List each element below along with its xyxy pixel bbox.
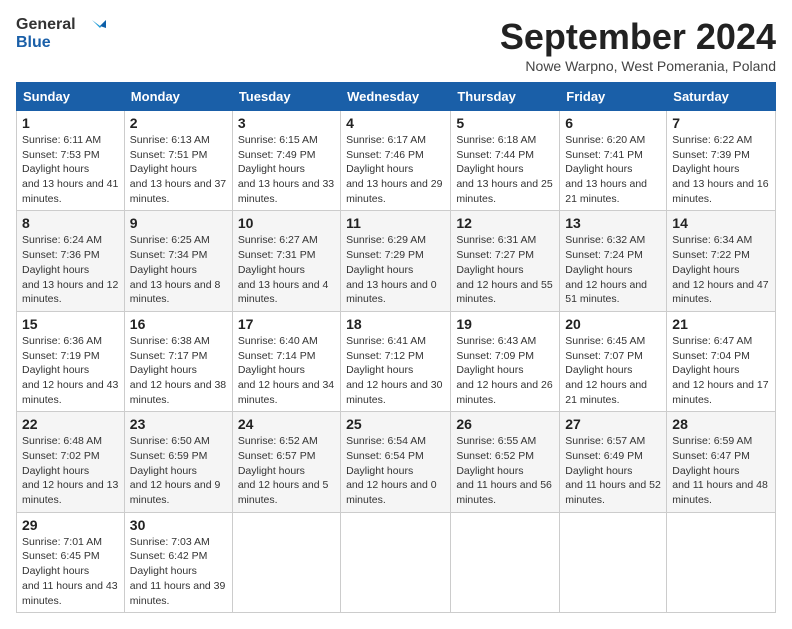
col-saturday: Saturday — [667, 83, 776, 111]
table-row: 15 Sunrise: 6:36 AMSunset: 7:19 PMDaylig… — [17, 311, 125, 411]
table-row: 20 Sunrise: 6:45 AMSunset: 7:07 PMDaylig… — [560, 311, 667, 411]
col-thursday: Thursday — [451, 83, 560, 111]
table-row: 21 Sunrise: 6:47 AMSunset: 7:04 PMDaylig… — [667, 311, 776, 411]
table-row: 30 Sunrise: 7:03 AMSunset: 6:42 PMDaylig… — [124, 512, 232, 612]
week-row-3: 22 Sunrise: 6:48 AMSunset: 7:02 PMDaylig… — [17, 412, 776, 512]
table-row: 27 Sunrise: 6:57 AMSunset: 6:49 PMDaylig… — [560, 412, 667, 512]
page-header: General Blue September 2024 Nowe Warpno,… — [16, 16, 776, 74]
table-row: 7 Sunrise: 6:22 AMSunset: 7:39 PMDayligh… — [667, 111, 776, 211]
week-row-4: 29 Sunrise: 7:01 AMSunset: 6:45 PMDaylig… — [17, 512, 776, 612]
logo-bird-icon — [78, 16, 106, 44]
calendar-table: Sunday Monday Tuesday Wednesday Thursday… — [16, 82, 776, 613]
table-row: 3 Sunrise: 6:15 AMSunset: 7:49 PMDayligh… — [232, 111, 340, 211]
table-row: 13 Sunrise: 6:32 AMSunset: 7:24 PMDaylig… — [560, 211, 667, 311]
month-title: September 2024 — [500, 16, 776, 58]
week-row-1: 8 Sunrise: 6:24 AMSunset: 7:36 PMDayligh… — [17, 211, 776, 311]
table-row: 10 Sunrise: 6:27 AMSunset: 7:31 PMDaylig… — [232, 211, 340, 311]
logo: General Blue — [16, 16, 106, 53]
table-row — [667, 512, 776, 612]
table-row: 14 Sunrise: 6:34 AMSunset: 7:22 PMDaylig… — [667, 211, 776, 311]
week-row-0: 1 Sunrise: 6:11 AMSunset: 7:53 PMDayligh… — [17, 111, 776, 211]
table-row: 12 Sunrise: 6:31 AMSunset: 7:27 PMDaylig… — [451, 211, 560, 311]
table-row: 29 Sunrise: 7:01 AMSunset: 6:45 PMDaylig… — [17, 512, 125, 612]
table-row: 2 Sunrise: 6:13 AMSunset: 7:51 PMDayligh… — [124, 111, 232, 211]
table-row — [341, 512, 451, 612]
col-friday: Friday — [560, 83, 667, 111]
title-section: September 2024 Nowe Warpno, West Pomeran… — [500, 16, 776, 74]
day-1: 1 Sunrise: 6:11 AMSunset: 7:53 PMDayligh… — [17, 111, 125, 211]
col-sunday: Sunday — [17, 83, 125, 111]
table-row: 5 Sunrise: 6:18 AMSunset: 7:44 PMDayligh… — [451, 111, 560, 211]
col-monday: Monday — [124, 83, 232, 111]
table-row: 4 Sunrise: 6:17 AMSunset: 7:46 PMDayligh… — [341, 111, 451, 211]
table-row: 24 Sunrise: 6:52 AMSunset: 6:57 PMDaylig… — [232, 412, 340, 512]
table-row: 9 Sunrise: 6:25 AMSunset: 7:34 PMDayligh… — [124, 211, 232, 311]
table-row — [560, 512, 667, 612]
table-row: 16 Sunrise: 6:38 AMSunset: 7:17 PMDaylig… — [124, 311, 232, 411]
table-row: 8 Sunrise: 6:24 AMSunset: 7:36 PMDayligh… — [17, 211, 125, 311]
logo-graphic: General Blue — [16, 16, 106, 53]
table-row: 23 Sunrise: 6:50 AMSunset: 6:59 PMDaylig… — [124, 412, 232, 512]
table-row: 17 Sunrise: 6:40 AMSunset: 7:14 PMDaylig… — [232, 311, 340, 411]
table-row: 6 Sunrise: 6:20 AMSunset: 7:41 PMDayligh… — [560, 111, 667, 211]
col-tuesday: Tuesday — [232, 83, 340, 111]
header-row: Sunday Monday Tuesday Wednesday Thursday… — [17, 83, 776, 111]
table-row: 26 Sunrise: 6:55 AMSunset: 6:52 PMDaylig… — [451, 412, 560, 512]
table-row: 19 Sunrise: 6:43 AMSunset: 7:09 PMDaylig… — [451, 311, 560, 411]
col-wednesday: Wednesday — [341, 83, 451, 111]
table-row: 22 Sunrise: 6:48 AMSunset: 7:02 PMDaylig… — [17, 412, 125, 512]
logo-text: General Blue — [16, 16, 76, 53]
table-row: 18 Sunrise: 6:41 AMSunset: 7:12 PMDaylig… — [341, 311, 451, 411]
week-row-2: 15 Sunrise: 6:36 AMSunset: 7:19 PMDaylig… — [17, 311, 776, 411]
table-row — [232, 512, 340, 612]
location-subtitle: Nowe Warpno, West Pomerania, Poland — [500, 58, 776, 74]
table-row — [451, 512, 560, 612]
table-row: 25 Sunrise: 6:54 AMSunset: 6:54 PMDaylig… — [341, 412, 451, 512]
table-row: 11 Sunrise: 6:29 AMSunset: 7:29 PMDaylig… — [341, 211, 451, 311]
table-row: 28 Sunrise: 6:59 AMSunset: 6:47 PMDaylig… — [667, 412, 776, 512]
